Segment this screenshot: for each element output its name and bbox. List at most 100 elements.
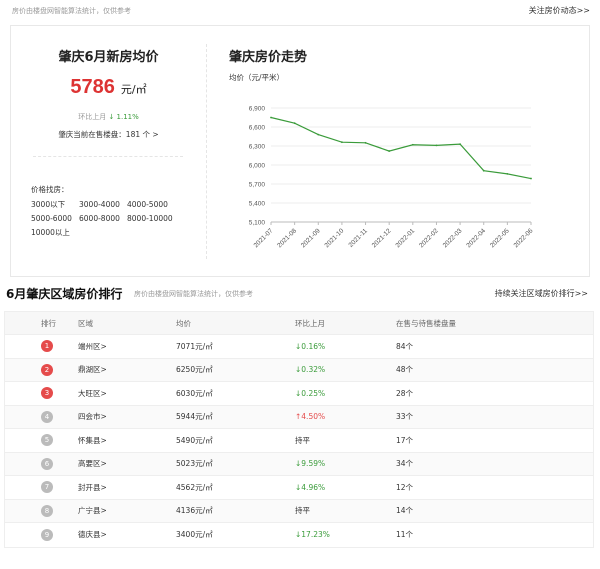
area-mom: ↓17.23%	[295, 530, 330, 540]
rank-cell: 4	[5, 410, 76, 423]
rank-cell: 7	[5, 481, 76, 494]
header-count: 在售与待售楼盘量	[396, 318, 456, 328]
x-tick-label: 2022-01	[394, 227, 416, 249]
price-range-link[interactable]: 3000以下	[31, 198, 79, 212]
avg-price-title: 肇庆6月新房均价	[58, 50, 159, 65]
area-price: 6030元/㎡	[176, 388, 213, 398]
area-price: 6250元/㎡	[176, 365, 213, 375]
area-mom: 持平	[295, 435, 310, 445]
area-link[interactable]: 高要区>	[76, 458, 174, 469]
x-tick-label: 2022-05	[489, 227, 511, 249]
rank-cell: 1	[5, 340, 76, 353]
ranking-title: 6月肇庆区域房价排行	[6, 287, 123, 301]
area-link[interactable]: 德庆县>	[76, 529, 174, 540]
table-row: 7 封开县> 4562元/㎡ ↓4.96% 12个	[5, 476, 593, 500]
x-tick-label: 2021-08	[276, 227, 298, 249]
x-tick-label: 2021-09	[300, 227, 322, 249]
x-tick-label: 2022-03	[442, 227, 464, 249]
y-tick-label: 6,600	[249, 125, 266, 132]
header-mom: 环比上月	[295, 318, 325, 328]
table-header: 排行 区域 均价 环比上月 在售与待售楼盘量	[5, 312, 593, 335]
rank-badge: 1	[41, 340, 53, 353]
data-point	[506, 172, 509, 175]
area-count: 48个	[396, 365, 414, 375]
mom-value: ↓ 1.11%	[108, 113, 139, 121]
data-point	[270, 116, 272, 119]
mom-label: 环比上月	[78, 113, 107, 121]
x-tick-label: 2021-11	[347, 227, 369, 249]
follow-price-link[interactable]: 关注房价动态>>	[529, 5, 590, 16]
rank-badge: 7	[41, 481, 53, 494]
area-count: 34个	[396, 459, 414, 469]
rank-cell: 5	[5, 434, 76, 447]
area-mom: ↓0.32%	[295, 365, 326, 375]
onsale-count-link[interactable]: 肇庆当前在售楼盘：181 个 >	[11, 129, 206, 140]
price-range-link[interactable]: 5000-6000	[31, 212, 79, 226]
table-row: 1 端州区> 7071元/㎡ ↓0.16% 84个	[5, 335, 593, 359]
x-tick-label: 2021-12	[371, 227, 393, 249]
area-link[interactable]: 广宁县>	[76, 505, 174, 516]
data-point	[317, 133, 320, 136]
price-range-link[interactable]: 4000-5000	[127, 198, 175, 212]
rank-cell: 9	[5, 528, 76, 541]
price-disclaimer: 房价由楼盘网智能算法统计，仅供参考	[12, 7, 131, 15]
rank-cell: 8	[5, 504, 76, 517]
area-mom: ↓4.96%	[295, 482, 326, 492]
table-row: 3 大旺区> 6030元/㎡ ↓0.25% 28个	[5, 382, 593, 406]
price-trend-chart: 5,100 5,400 5,700 6,000 6,300 6,600 6,900 2021-…	[249, 106, 535, 250]
x-tick-label: 2022-02	[418, 227, 440, 249]
ranking-follow-link[interactable]: 持续关注区域房价排行>>	[495, 288, 588, 299]
x-tick-label: 2021-07	[253, 227, 275, 249]
rank-badge: 6	[41, 457, 53, 470]
ranking-table: 排行 区域 均价 环比上月 在售与待售楼盘量 1 端州区> 7071元/㎡ ↓0.16…	[4, 311, 594, 548]
avg-price-value: 5786	[70, 76, 115, 98]
avg-price-row: 5786 元/㎡	[11, 76, 206, 99]
area-count: 17个	[396, 435, 414, 445]
rank-badge: 5	[41, 434, 53, 447]
area-link[interactable]: 怀集县>	[76, 435, 174, 446]
area-price: 5023元/㎡	[176, 459, 213, 469]
area-count: 28个	[396, 388, 414, 398]
table-row: 4 四会市> 5944元/㎡ ↑4.50% 33个	[5, 405, 593, 429]
x-tick-label: 2021-10	[324, 227, 346, 249]
data-point	[482, 169, 485, 172]
area-price: 4136元/㎡	[176, 506, 213, 516]
rank-badge: 4	[41, 410, 53, 423]
table-row: 8 广宁县> 4136元/㎡ 持平 14个	[5, 499, 593, 523]
rank-badge: 9	[41, 528, 53, 541]
trend-title: 肇庆房价走势	[229, 50, 308, 65]
area-link[interactable]: 端州区>	[76, 341, 174, 352]
rank-badge: 3	[41, 387, 53, 400]
area-link[interactable]: 四会市>	[76, 411, 174, 422]
area-link[interactable]: 鼎湖区>	[76, 364, 174, 375]
area-price: 5490元/㎡	[176, 435, 213, 445]
table-row: 2 鼎湖区> 6250元/㎡ ↓0.32% 48个	[5, 358, 593, 382]
area-mom: ↑4.50%	[295, 412, 326, 422]
area-count: 12个	[396, 482, 414, 492]
rank-cell: 6	[5, 457, 76, 470]
divider	[33, 156, 183, 157]
area-link[interactable]: 封开县>	[76, 482, 174, 493]
data-point	[364, 141, 367, 144]
area-count: 84个	[396, 341, 414, 351]
ranking-disclaimer: 房价由楼盘网智能算法统计，仅供参考	[134, 290, 253, 298]
table-row: 9 德庆县> 3400元/㎡ ↓17.23% 11个	[5, 523, 593, 547]
data-point	[435, 144, 438, 147]
area-link[interactable]: 大旺区>	[76, 388, 174, 399]
price-range-link[interactable]: 6000-8000	[79, 212, 127, 226]
area-price: 7071元/㎡	[176, 341, 213, 351]
area-count: 14个	[396, 506, 414, 516]
avg-price-unit: 元/㎡	[120, 83, 147, 96]
table-body: 1 端州区> 7071元/㎡ ↓0.16% 84个 2 鼎湖区> 6250元/㎡ ↓0.32% 4…	[5, 335, 593, 547]
header-rank: 排行	[41, 318, 56, 328]
price-range-link[interactable]: 10000以上	[31, 226, 79, 240]
y-tick-label: 6,900	[249, 106, 266, 113]
data-point	[459, 143, 461, 145]
y-tick-label: 5,100	[249, 220, 266, 227]
price-range-link[interactable]: 3000-4000	[79, 198, 127, 212]
price-range-link[interactable]: 8000-10000	[127, 212, 175, 226]
mom-change: 环比上月 ↓ 1.11%	[11, 112, 206, 122]
price-range-label: 价格找房：	[31, 185, 69, 194]
data-point	[388, 150, 391, 152]
area-price: 4562元/㎡	[176, 482, 213, 492]
